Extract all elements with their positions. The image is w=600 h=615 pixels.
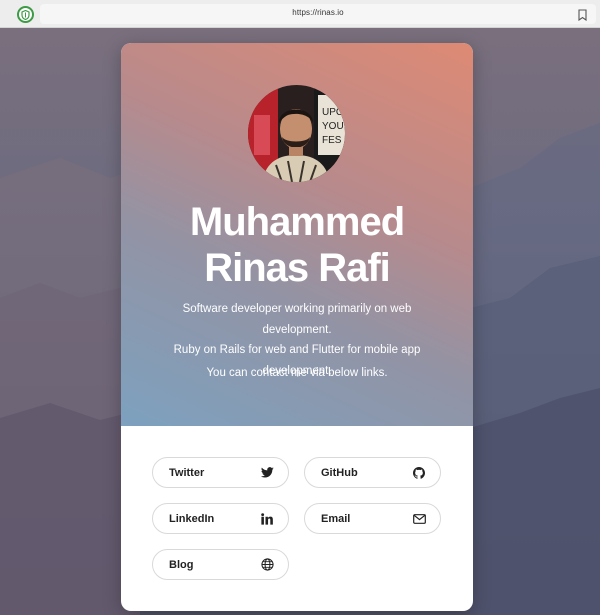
blog-link-label: Blog: [169, 558, 194, 571]
email-link-label: Email: [321, 512, 351, 525]
contact-text: You can contact me via below links.: [206, 367, 388, 379]
bookmark-icon[interactable]: [578, 8, 587, 22]
svg-text:YOU: YOU: [322, 121, 344, 132]
twitter-link-button[interactable]: Twitter: [152, 457, 289, 488]
bio-line-1: Software developer working primarily on …: [182, 303, 412, 336]
browser-toolbar: https://rinas.io: [0, 0, 600, 28]
linkedin-link-button[interactable]: LinkedIn: [152, 503, 289, 534]
profile-card: UPC YOU FES Muhammed Rinas Rafi Software…: [121, 43, 473, 611]
bio-line-2: Ruby on Rails for web and Flutter for mo…: [173, 344, 421, 356]
globe-icon: [260, 558, 274, 572]
email-link-button[interactable]: Email: [304, 503, 441, 534]
name-line-2: Rinas Rafi: [204, 246, 391, 290]
avatar: UPC YOU FES: [248, 85, 345, 182]
github-link-label: GitHub: [321, 466, 358, 479]
github-icon: [412, 466, 426, 480]
links-section: Twitter GitHub LinkedIn Email Blog: [121, 426, 473, 611]
hero-section: UPC YOU FES Muhammed Rinas Rafi Software…: [121, 43, 473, 426]
linkedin-link-label: LinkedIn: [169, 512, 215, 525]
twitter-link-label: Twitter: [169, 466, 205, 479]
shield-icon[interactable]: [17, 6, 34, 23]
email-icon: [412, 512, 426, 526]
name-line-1: Muhammed: [189, 200, 405, 244]
svg-text:UPC: UPC: [322, 107, 343, 118]
svg-text:FES: FES: [322, 135, 342, 146]
url-text: https://rinas.io: [292, 8, 344, 17]
blog-link-button[interactable]: Blog: [152, 549, 289, 580]
github-link-button[interactable]: GitHub: [304, 457, 441, 488]
twitter-icon: [260, 466, 274, 480]
address-bar[interactable]: https://rinas.io: [40, 4, 596, 24]
profile-name: Muhammed Rinas Rafi: [121, 199, 473, 291]
linkedin-icon: [260, 512, 274, 526]
